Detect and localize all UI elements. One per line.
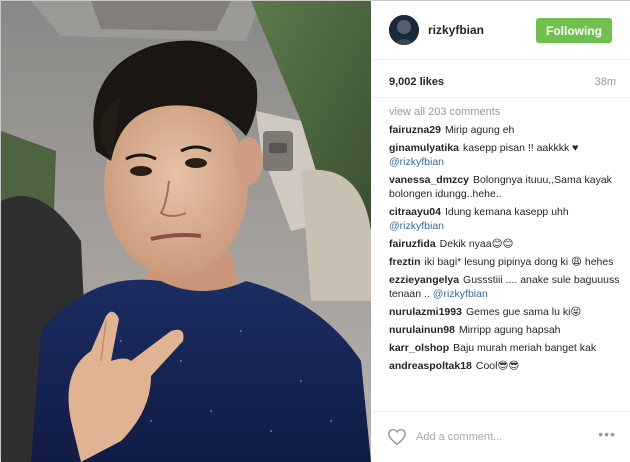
heart-outline-icon[interactable] [387,428,407,446]
comment-item: fairuzna29 Mirip agung eh [389,123,620,137]
comment-item: citraayu04 Idung kemana kasepp uhh @rizky… [389,205,620,233]
comment-text: Mirripp agung hapsah [458,324,561,336]
comment-item: nurulazmi1993 Gemes gue sama lu ki😝 [389,305,620,319]
add-comment-bar: ••• [371,411,630,461]
comment-item: nurulainun98 Mirripp agung hapsah [389,323,620,337]
avatar[interactable] [389,15,419,45]
following-button[interactable]: Following [536,18,612,43]
selfie-image [1,1,371,462]
comment-username[interactable]: nurulainun98 [389,324,455,336]
view-all-comments-link[interactable]: view all 203 comments [389,106,620,118]
comment-item: fairuzfida Dekik nyaa😊😊 [389,237,620,251]
username-link[interactable]: rizkyfbian [428,23,484,37]
comment-text: Baju murah meriah banget kak [453,342,597,354]
post-details-panel: rizkyfbian Following 9,002 likes 38m vie… [371,1,630,461]
comment-username[interactable]: vanessa_dmzcy [389,174,469,186]
more-options-icon[interactable]: ••• [598,426,616,442]
comment-mention[interactable]: @rizkyfbian [433,288,488,300]
comment-item: karr_olshop Baju murah meriah banget kak [389,341,620,355]
comment-mention[interactable]: @rizkyfbian [389,220,444,232]
comment-username[interactable]: nurulazmi1993 [389,306,462,318]
comment-item: andreaspoltak18 Cool😎😎 [389,359,620,373]
post-stats: 9,002 likes 38m [371,60,630,98]
comments-list[interactable]: view all 203 comments fairuzna29 Mirip ag… [371,98,630,411]
comment-text: Mirip agung eh [444,124,515,136]
post-timestamp[interactable]: 38m [595,76,616,88]
comment-username[interactable]: andreaspoltak18 [389,360,472,372]
comment-item: ginamulyatika kasepp pisan !! aakkkk ♥ @r… [389,141,620,169]
instagram-post-window: rizkyfbian Following 9,002 likes 38m vie… [0,0,630,462]
comment-text: Dekik nyaa😊😊 [439,238,514,250]
comment-username[interactable]: citraayu04 [389,206,441,218]
comment-username[interactable]: freztin [389,256,421,268]
post-photo[interactable] [1,1,371,462]
comment-item: freztin iki bagi* lesung pipinya dong ki … [389,255,620,269]
comment-text: kasepp pisan !! aakkkk ♥ [463,142,579,154]
comment-username[interactable]: fairuzna29 [389,124,441,136]
comment-item: ezzieyangelya Gussstiii .... anake sule b… [389,273,620,301]
comment-text: iki bagi* lesung pipinya dong ki 😩 hehes [424,256,614,268]
avatar-image [389,15,419,45]
comment-text: Idung kemana kasepp uhh [444,206,569,218]
comment-text: Gemes gue sama lu ki😝 [465,306,582,318]
comment-username[interactable]: ginamulyatika [389,142,459,154]
likes-count[interactable]: 9,002 likes [389,76,444,88]
comment-text: Cool😎😎 [475,360,520,372]
comment-item: vanessa_dmzcy Bolongnya ituuu,,Sama kayak… [389,173,620,201]
add-comment-input[interactable] [416,429,576,445]
comment-username[interactable]: fairuzfida [389,238,436,250]
comment-username[interactable]: karr_olshop [389,342,449,354]
comment-mention[interactable]: @rizkyfbian [389,156,444,168]
comment-username[interactable]: ezzieyangelya [389,274,459,286]
post-header: rizkyfbian Following [371,1,630,60]
